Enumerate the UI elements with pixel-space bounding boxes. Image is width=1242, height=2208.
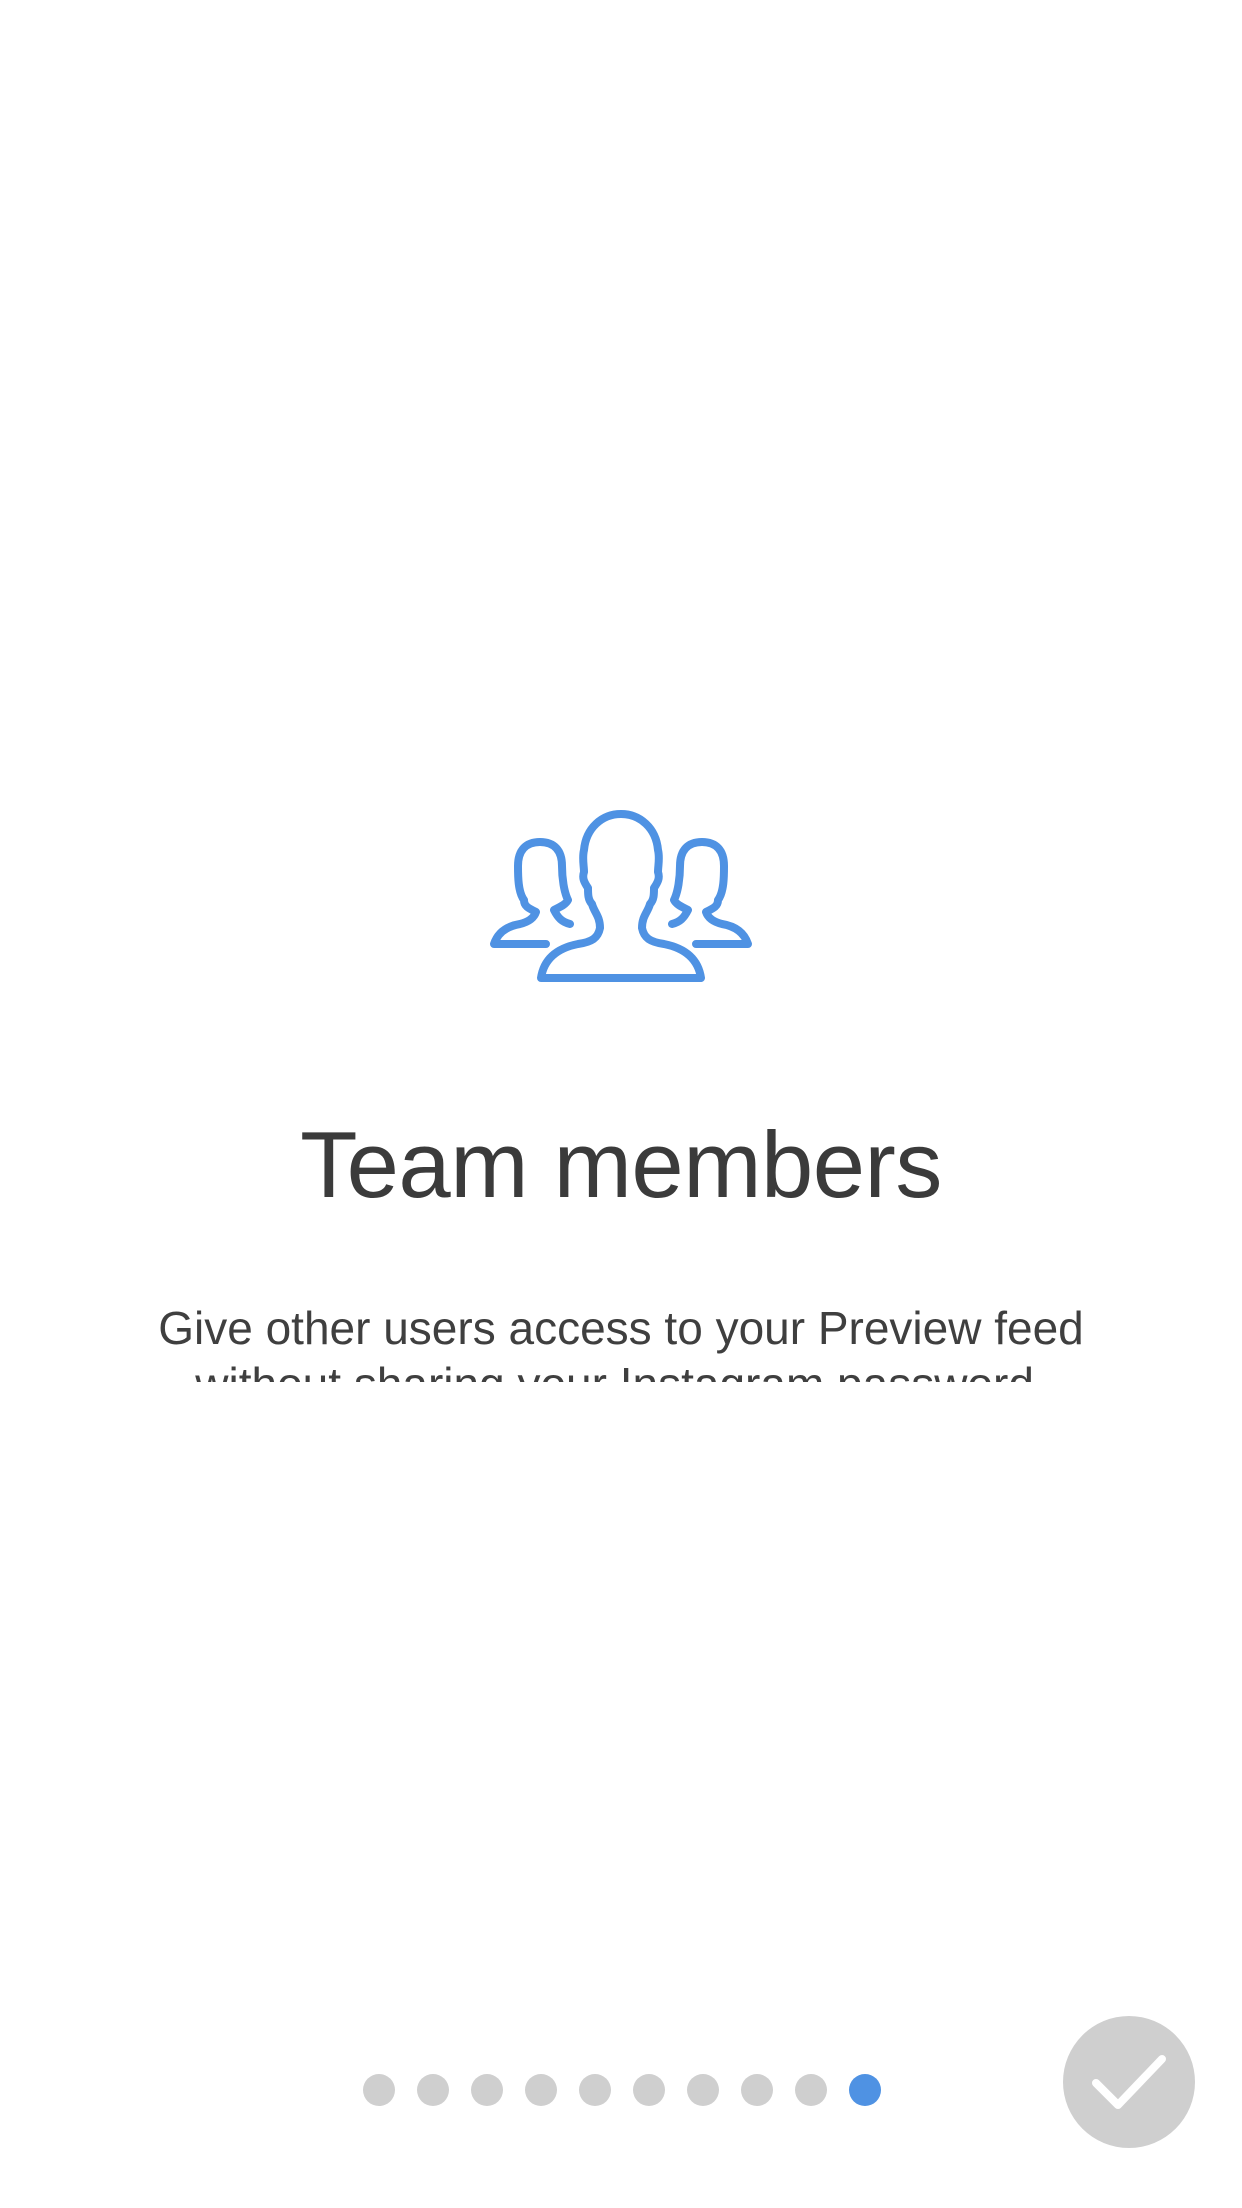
page-dot-2 (417, 2074, 449, 2106)
page-dot-8 (741, 2074, 773, 2106)
page-dot-4 (525, 2074, 557, 2106)
description-container: Give other users access to your Preview … (0, 1300, 1242, 1382)
page-title: Team members (300, 1112, 942, 1217)
description-text: Give other users access to your Preview … (158, 1302, 1084, 1382)
page-dot-5 (579, 2074, 611, 2106)
page-dot-10-active (849, 2074, 881, 2106)
page-dot-7 (687, 2074, 719, 2106)
page-dot-6 (633, 2074, 665, 2106)
page-indicator (363, 2074, 881, 2106)
team-members-icon (488, 808, 754, 984)
checkmark-icon (1092, 2055, 1166, 2109)
page-dot-3 (471, 2074, 503, 2106)
done-button[interactable] (1063, 2016, 1195, 2148)
page-dot-9 (795, 2074, 827, 2106)
page-dot-1 (363, 2074, 395, 2106)
